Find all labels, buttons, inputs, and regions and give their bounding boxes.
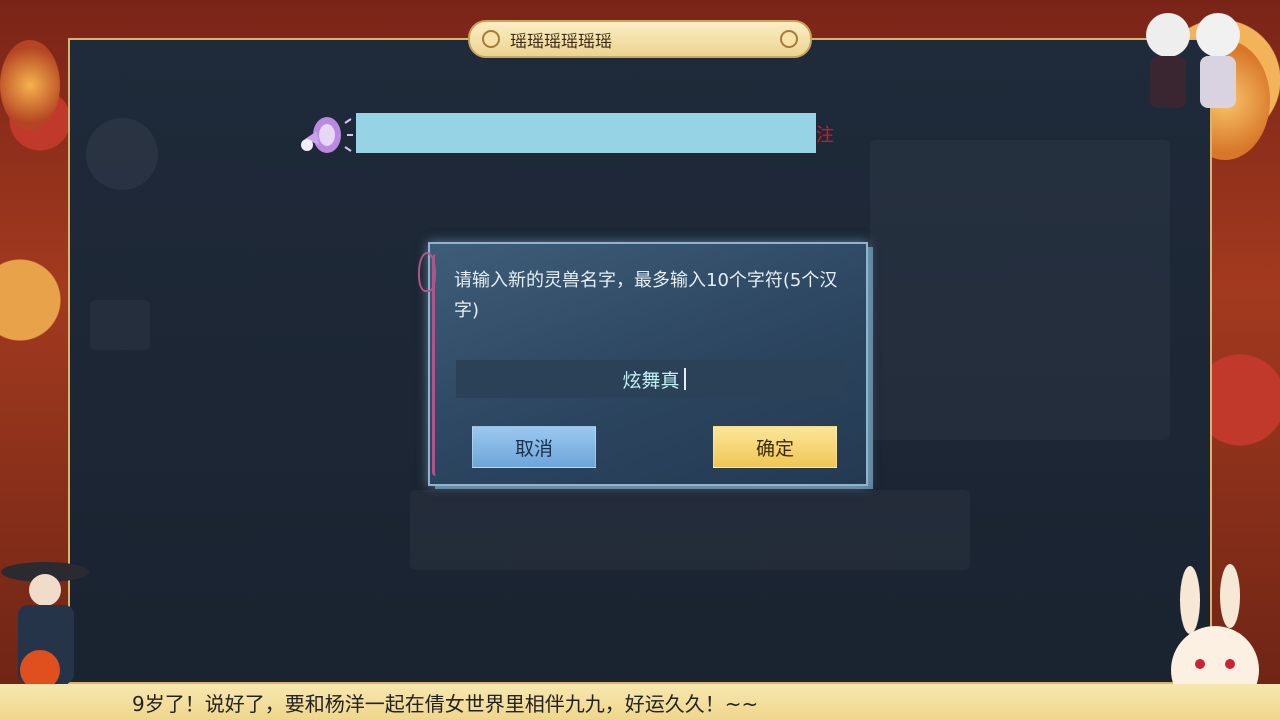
tassel-icon [418, 252, 436, 292]
pet-name-input[interactable] [456, 360, 846, 398]
background-panel [870, 140, 1170, 440]
background-avatar [86, 118, 158, 190]
text-caret [684, 368, 686, 390]
tab-ornament-icon [482, 30, 500, 48]
megaphone-icon [301, 117, 353, 153]
title-tab-label: 瑶瑶瑶瑶瑶瑶 [510, 31, 612, 52]
lantern-decoration [0, 40, 60, 130]
announcement-bar [356, 113, 816, 153]
chibi-characters [1146, 13, 1240, 108]
announcement-tail-text: 注 [816, 125, 834, 146]
swordsman-character [1, 562, 89, 684]
background-panel [90, 300, 150, 350]
tab-ornament-icon [780, 30, 798, 48]
title-tab: 瑶瑶瑶瑶瑶瑶 [468, 20, 812, 58]
background-panel [410, 490, 970, 570]
ticker-text: 9岁了！说好了，要和杨洋一起在倩女世界里相伴九九，好运久久！~~ [132, 691, 759, 716]
dialog-prompt: 请输入新的灵兽名字，最多输入10个字符(5个汉字) [454, 270, 838, 321]
cancel-button[interactable]: 取消 [472, 426, 596, 468]
scrolling-ticker: 9岁了！说好了，要和杨洋一起在倩女世界里相伴九九，好运久久！~~ [0, 684, 1280, 720]
confirm-button[interactable]: 确定 [713, 426, 837, 468]
rename-dialog: 请输入新的灵兽名字，最多输入10个字符(5个汉字) 取消 确定 [418, 242, 868, 486]
